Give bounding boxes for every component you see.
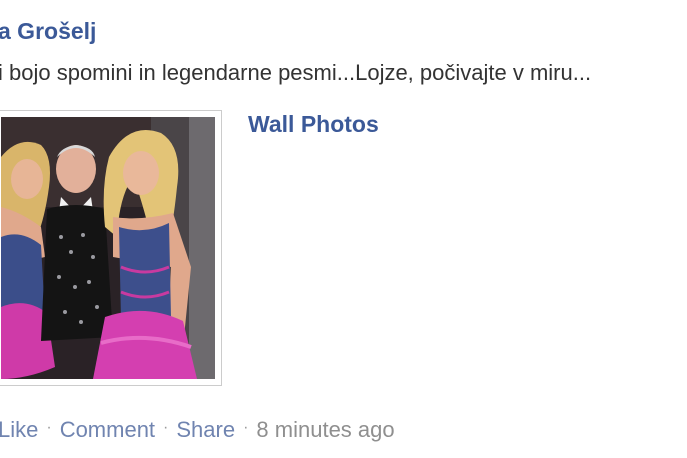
wall-photo-thumbnail[interactable] (0, 110, 222, 386)
action-separator: · (46, 419, 52, 436)
comment-link[interactable]: Comment (60, 417, 155, 442)
wall-photos-album-link[interactable]: Wall Photos (248, 111, 379, 138)
photo-image (1, 117, 215, 379)
like-link[interactable]: Like (0, 417, 38, 442)
wall-post: a Grošelj i bojo spomini in legendarne p… (0, 0, 687, 458)
share-link[interactable]: Share (176, 417, 235, 442)
post-timestamp[interactable]: 8 minutes ago (256, 417, 394, 442)
action-separator: · (163, 419, 169, 436)
post-actions-bar: Like · Comment · Share · 8 minutes ago (0, 417, 395, 443)
post-message: i bojo spomini in legendarne pesmi...Loj… (0, 60, 592, 85)
action-separator: · (243, 419, 249, 436)
post-author-link[interactable]: a Grošelj (0, 18, 96, 45)
